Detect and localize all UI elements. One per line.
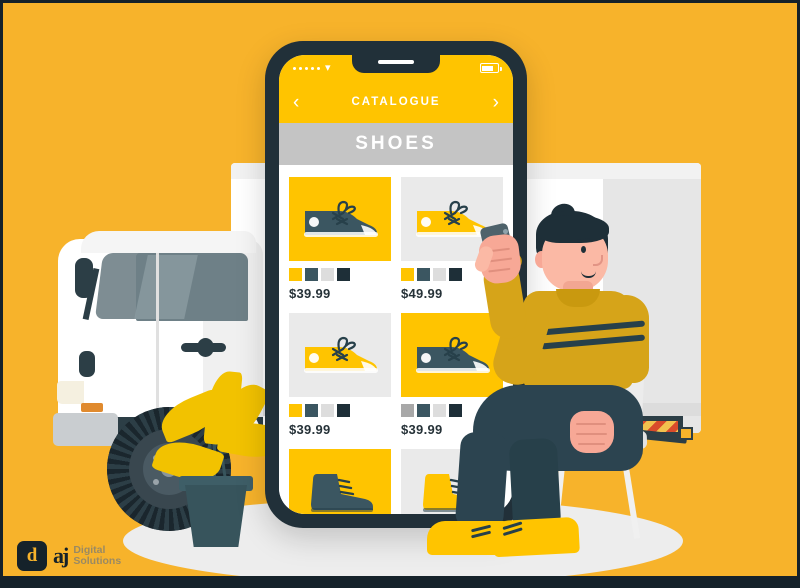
phone-notch [352,55,440,73]
person-right-hand [570,411,614,453]
truck-cab-roof [81,231,256,253]
status-left: ▾ [293,61,331,74]
color-swatch[interactable] [321,404,334,417]
person-shoe [492,516,580,558]
color-swatch[interactable] [401,268,414,281]
earpiece-speaker-icon [378,60,414,64]
color-swatch[interactable] [417,404,430,417]
product-price: $39.99 [289,286,331,301]
color-swatch[interactable] [337,404,350,417]
truck-side-mirror [75,258,93,298]
color-swatch[interactable] [305,404,318,417]
bottom-bar [3,576,797,585]
color-swatch[interactable] [321,268,334,281]
truck-tail-light [679,427,693,440]
color-swatch[interactable] [417,268,430,281]
product-thumbnail[interactable] [401,313,503,397]
color-swatch[interactable] [449,404,462,417]
logo-wordmark: Digital Solutions [73,544,122,567]
truck-door-seam [156,253,159,421]
product-thumbnail[interactable] [289,177,391,261]
product-thumbnail[interactable] [289,449,391,514]
chevron-left-icon[interactable]: ‹ [293,93,299,112]
truck-lower-mirror [79,351,95,377]
nav-title: CATALOGUE [351,96,441,108]
plant-pot [185,485,247,547]
color-swatch-row [289,404,391,417]
color-swatch[interactable] [433,268,446,281]
signal-dots-icon [293,66,320,70]
truck-headlight [57,381,84,404]
logo-mark-icon: aj [53,543,69,568]
logo-line-2: Solutions [73,555,122,567]
person-shin [454,431,510,531]
truck-marker-light [81,403,103,412]
brand-logo: d aj Digital Solutions [17,541,121,571]
illustration-canvas: ▾ ‹ CATALOGUE › SHOES $39.99 $49.99 $39.… [0,0,800,588]
product-card[interactable] [289,449,391,514]
truck-door-knob [197,338,214,357]
color-swatch-row [289,268,391,281]
wheel-lug-nut [153,479,159,485]
color-swatch[interactable] [433,404,446,417]
product-card[interactable]: $39.99 [289,313,391,437]
app-nav-bar: ‹ CATALOGUE › [279,81,513,123]
product-card[interactable]: $39.99 [289,177,391,301]
color-swatch[interactable] [401,404,414,417]
color-swatch[interactable] [289,268,302,281]
status-bar: ▾ [279,55,513,81]
chevron-right-icon[interactable]: › [493,93,499,112]
category-banner: SHOES [279,123,513,165]
color-swatch[interactable] [337,268,350,281]
category-label: SHOES [355,133,437,154]
person-hair-front [539,215,609,243]
color-swatch[interactable] [289,404,302,417]
color-swatch[interactable] [305,268,318,281]
battery-icon [480,63,502,73]
person-eye [581,246,586,253]
color-swatch[interactable] [449,268,462,281]
product-thumbnail[interactable] [289,313,391,397]
logo-badge-icon: d [17,541,47,571]
wifi-icon: ▾ [325,61,331,74]
truck-front-bumper [53,413,118,446]
product-price: $39.99 [289,422,331,437]
